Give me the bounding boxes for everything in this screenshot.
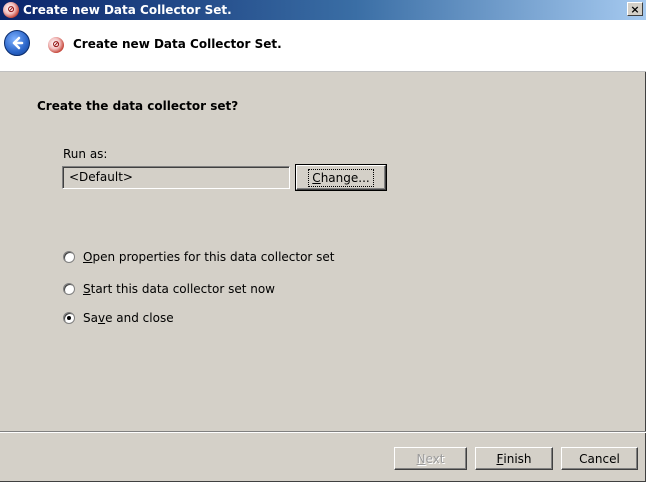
performance-monitor-icon: ⊘: [3, 2, 19, 18]
back-arrow-icon: [12, 36, 24, 50]
run-as-field: <Default>: [62, 166, 290, 189]
run-as-label: Run as:: [63, 147, 108, 161]
radio-button-selected[interactable]: [63, 312, 75, 324]
radio-save-and-close[interactable]: Save and close: [63, 311, 174, 325]
finish-button[interactable]: Finish: [475, 447, 553, 470]
radio-label: Save and close: [83, 311, 174, 325]
header-title: Create new Data Collector Set.: [73, 37, 282, 51]
radio-open-properties[interactable]: Open properties for this data collector …: [63, 250, 335, 264]
wizard-content: Create the data collector set? Run as: <…: [0, 73, 646, 430]
change-button-label: Change...: [308, 168, 374, 187]
footer-divider: [0, 431, 646, 433]
radio-label: Start this data collector set now: [83, 282, 275, 296]
change-button[interactable]: Change...: [295, 164, 387, 191]
wizard-header: ⊘ Create new Data Collector Set.: [0, 20, 646, 72]
next-button[interactable]: Next: [394, 447, 467, 470]
wizard-window: ⊘ Create new Data Collector Set. × ⊘ Cre…: [0, 0, 646, 482]
radio-button[interactable]: [63, 251, 75, 263]
close-button[interactable]: ×: [627, 2, 643, 16]
page-question: Create the data collector set?: [37, 99, 239, 113]
close-icon: ×: [630, 2, 640, 16]
radio-label: Open properties for this data collector …: [83, 250, 335, 264]
performance-monitor-icon: ⊘: [48, 37, 64, 53]
cancel-button[interactable]: Cancel: [561, 447, 638, 470]
radio-button[interactable]: [63, 283, 75, 295]
radio-start-now[interactable]: Start this data collector set now: [63, 282, 275, 296]
window-title: Create new Data Collector Set.: [23, 3, 232, 17]
title-bar[interactable]: ⊘ Create new Data Collector Set. ×: [0, 0, 646, 20]
back-button[interactable]: [4, 30, 30, 56]
